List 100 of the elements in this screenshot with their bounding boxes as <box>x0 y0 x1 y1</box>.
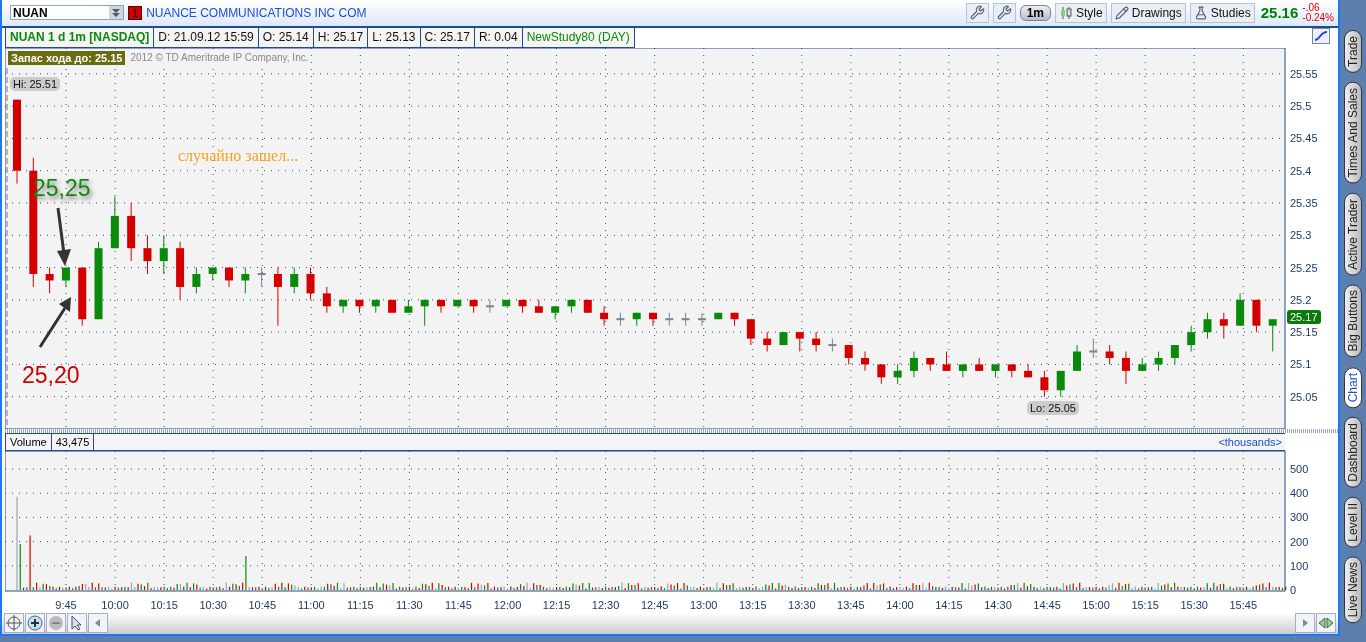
candle <box>714 312 723 320</box>
time-axis-label: 15:00 <box>1082 598 1110 611</box>
price-axis-label: 25.05 <box>1290 390 1318 403</box>
time-axis-label: 15:30 <box>1180 598 1208 611</box>
candle <box>681 312 690 327</box>
candle <box>469 299 478 314</box>
candle <box>453 299 462 307</box>
side-tab[interactable]: Active Trader <box>1344 192 1362 276</box>
volume-axis-label: 100 <box>1290 559 1309 572</box>
candle <box>909 350 918 378</box>
flask-icon <box>1193 5 1208 20</box>
candle <box>159 234 168 275</box>
style-button[interactable]: Style <box>1055 2 1107 23</box>
time-axis-label: 14:15 <box>935 598 963 611</box>
studies-button[interactable]: Studies <box>1189 2 1255 23</box>
side-tab[interactable]: Dashboard <box>1344 416 1362 488</box>
time-axis-label: 14:30 <box>984 598 1012 611</box>
candle <box>518 299 527 314</box>
zoom-in-icon[interactable] <box>25 613 45 634</box>
candle <box>534 299 543 314</box>
candle <box>697 312 706 327</box>
candle <box>551 305 560 320</box>
price-axis-label: 25.25 <box>1290 261 1318 274</box>
crosshair-icon[interactable] <box>4 613 24 634</box>
link-group-badge[interactable]: 1 <box>128 5 143 20</box>
time-axis-label: 11:45 <box>445 598 472 611</box>
candle <box>78 266 87 327</box>
candle <box>420 299 429 327</box>
price-axis-label: 25.5 <box>1290 100 1312 112</box>
candle <box>1268 318 1277 352</box>
candle <box>861 350 869 372</box>
time-axis-label: 12:45 <box>640 598 669 611</box>
up-arrow <box>38 296 71 348</box>
scroll-left-icon[interactable] <box>88 613 108 634</box>
time-axis-label: 11:00 <box>297 598 325 611</box>
volume-axis-label: 400 <box>1290 487 1309 500</box>
side-tab[interactable]: Chart <box>1344 366 1362 408</box>
side-tab[interactable]: Level II <box>1344 496 1362 548</box>
candle <box>1187 325 1196 352</box>
candle <box>192 266 201 294</box>
candle <box>355 299 364 314</box>
candle <box>779 331 788 346</box>
candle <box>485 299 494 314</box>
chart-symbol-label: NUAN 1 d 1m [NASDAQ] <box>5 27 155 48</box>
candle <box>958 363 967 378</box>
candle <box>1203 312 1212 339</box>
candle <box>926 357 935 372</box>
chart-annotation: случайно зашел... <box>178 146 299 165</box>
side-tab[interactable]: Times And Sales <box>1344 81 1362 184</box>
time-axis-label: 10:15 <box>150 598 178 611</box>
scroll-right-icon[interactable] <box>1295 613 1315 634</box>
candle <box>730 312 739 327</box>
time-axis-label: 14:00 <box>886 598 914 611</box>
candle <box>61 266 70 288</box>
dropdown-caret-icon[interactable] <box>109 6 123 20</box>
chart-mode-icon[interactable] <box>1312 27 1330 44</box>
time-axis-label: 12:30 <box>591 598 620 611</box>
drawings-button[interactable]: Drawings <box>1110 2 1186 23</box>
interval-button[interactable]: 1m <box>1019 4 1052 21</box>
candle <box>877 363 886 385</box>
candle <box>176 241 185 301</box>
side-tab[interactable]: Big Buttons <box>1344 284 1362 358</box>
side-tab[interactable]: Trade <box>1344 30 1362 73</box>
candle <box>600 305 609 327</box>
ohlc-field: O: 25.14 <box>258 27 314 48</box>
candle <box>208 266 217 281</box>
symbol-field[interactable]: NUAN <box>10 5 124 21</box>
price-axis-label: 25.35 <box>1290 196 1318 209</box>
candle <box>257 266 266 288</box>
candle <box>437 299 445 314</box>
candle <box>371 299 380 314</box>
candle <box>1121 350 1130 385</box>
time-axis-label: 13:45 <box>837 598 865 611</box>
candle <box>388 299 397 314</box>
candle <box>1073 344 1082 372</box>
candle <box>1219 312 1228 339</box>
candle <box>339 299 348 314</box>
ohlc-field: L: 25.13 <box>368 27 421 48</box>
time-axis-label: 15:15 <box>1131 598 1159 611</box>
candle <box>632 312 641 327</box>
candle <box>1024 363 1033 378</box>
time-axis-label: 11:30 <box>396 598 423 611</box>
pointer-icon[interactable] <box>67 613 87 634</box>
side-tab[interactable]: Live News <box>1344 556 1362 624</box>
time-axis-label: 9:45 <box>55 598 77 611</box>
price-axis-label: 25.3 <box>1290 229 1312 242</box>
time-axis-label: 11:15 <box>347 598 374 611</box>
candle <box>273 266 282 327</box>
fit-chart-icon[interactable] <box>1316 613 1336 634</box>
company-name-link[interactable]: NUANCE COMMUNICATIONS INC COM <box>146 5 367 20</box>
time-axis-label: 13:30 <box>788 598 816 611</box>
volume-axis-label: 0 <box>1290 583 1297 596</box>
price-axis-label: 25.2 <box>1290 293 1312 306</box>
copyright-text: 2012 © TD Ameritrade IP Company, Inc. <box>130 52 309 64</box>
candle <box>1007 363 1016 378</box>
time-axis-label: 12:15 <box>542 598 571 611</box>
candle <box>225 266 233 288</box>
candle <box>404 299 413 314</box>
ohlc-field: R: 0.04 <box>474 27 523 48</box>
wrench-button[interactable] <box>992 2 1016 23</box>
